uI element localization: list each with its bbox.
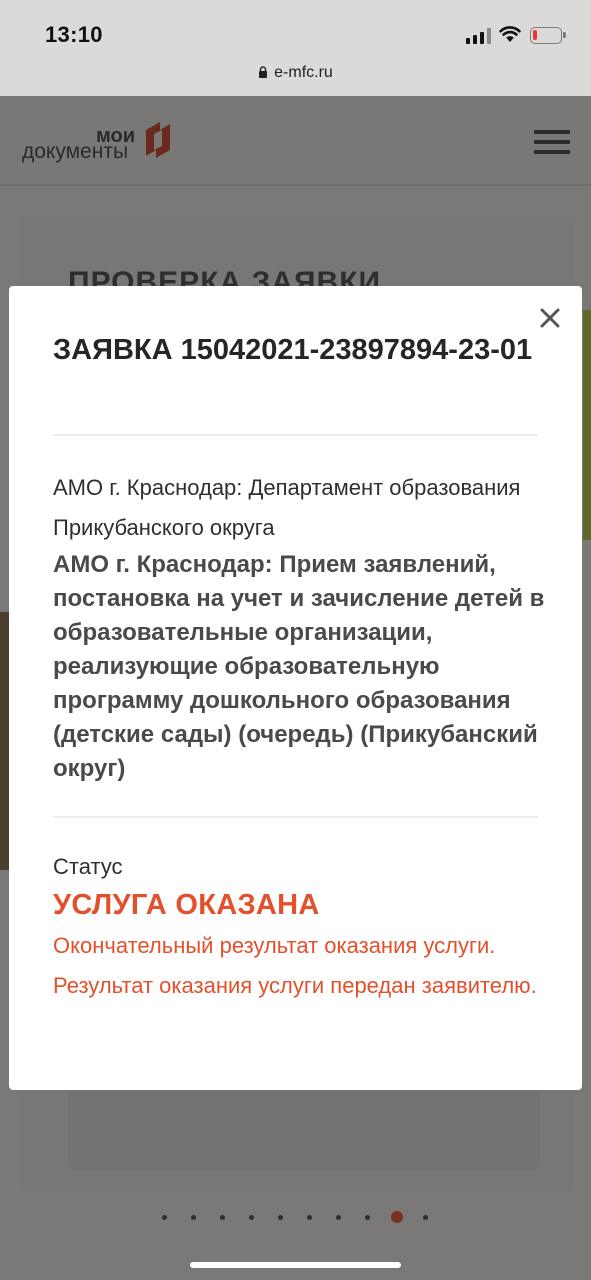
pagination-dot[interactable]	[365, 1215, 370, 1220]
department-text: АМО г. Краснодар: Департамент образовани…	[53, 475, 521, 540]
status-description: Окончательный результат оказания услуги.…	[53, 933, 537, 998]
pagination-dot[interactable]	[162, 1215, 167, 1220]
pagination-dot[interactable]	[220, 1215, 225, 1220]
pagination-dot[interactable]	[191, 1215, 196, 1220]
wifi-icon	[499, 26, 521, 42]
battery-level	[533, 30, 537, 40]
logo-mark-icon	[146, 122, 170, 158]
url-text: e-mfc.ru	[274, 64, 333, 81]
hamburger-menu-icon[interactable]	[534, 130, 570, 154]
status-value: УСЛУГА ОКАЗАНА	[53, 889, 320, 921]
battery-low-icon	[530, 27, 566, 44]
divider	[53, 434, 538, 436]
pagination-dot[interactable]	[278, 1215, 283, 1220]
pagination-dot[interactable]	[336, 1215, 341, 1220]
application-modal: ЗАЯВКА 15042021-23897894-23-01 АМО г. Кр…	[9, 286, 582, 1090]
lock-icon	[259, 66, 268, 78]
divider	[53, 816, 538, 818]
pagination-dot[interactable]	[423, 1215, 428, 1220]
status-label: Статус	[53, 854, 123, 879]
pagination-dot-active[interactable]	[391, 1211, 403, 1223]
pagination-dot[interactable]	[249, 1215, 254, 1220]
slide-edge-green	[583, 310, 591, 540]
pagination-dot[interactable]	[307, 1215, 312, 1220]
application-title: ЗАЯВКА 15042021-23897894-23-01	[53, 334, 533, 366]
close-icon[interactable]	[536, 304, 564, 332]
browser-url-bar[interactable]: e-mfc.ru	[0, 60, 591, 96]
site-header: мои документы	[0, 96, 591, 186]
status-bar: 13:10	[0, 0, 591, 60]
service-name: АМО г. Краснодар: Прием заявлений, поста…	[53, 551, 545, 782]
status-time: 13:10	[45, 22, 103, 47]
url-display[interactable]: e-mfc.ru	[0, 64, 591, 82]
moi-dokumenty-logo[interactable]: мои документы	[20, 114, 180, 166]
logo-text-bottom: документы	[22, 140, 129, 163]
cellular-signal-icon	[466, 28, 492, 44]
home-indicator[interactable]	[190, 1262, 401, 1268]
